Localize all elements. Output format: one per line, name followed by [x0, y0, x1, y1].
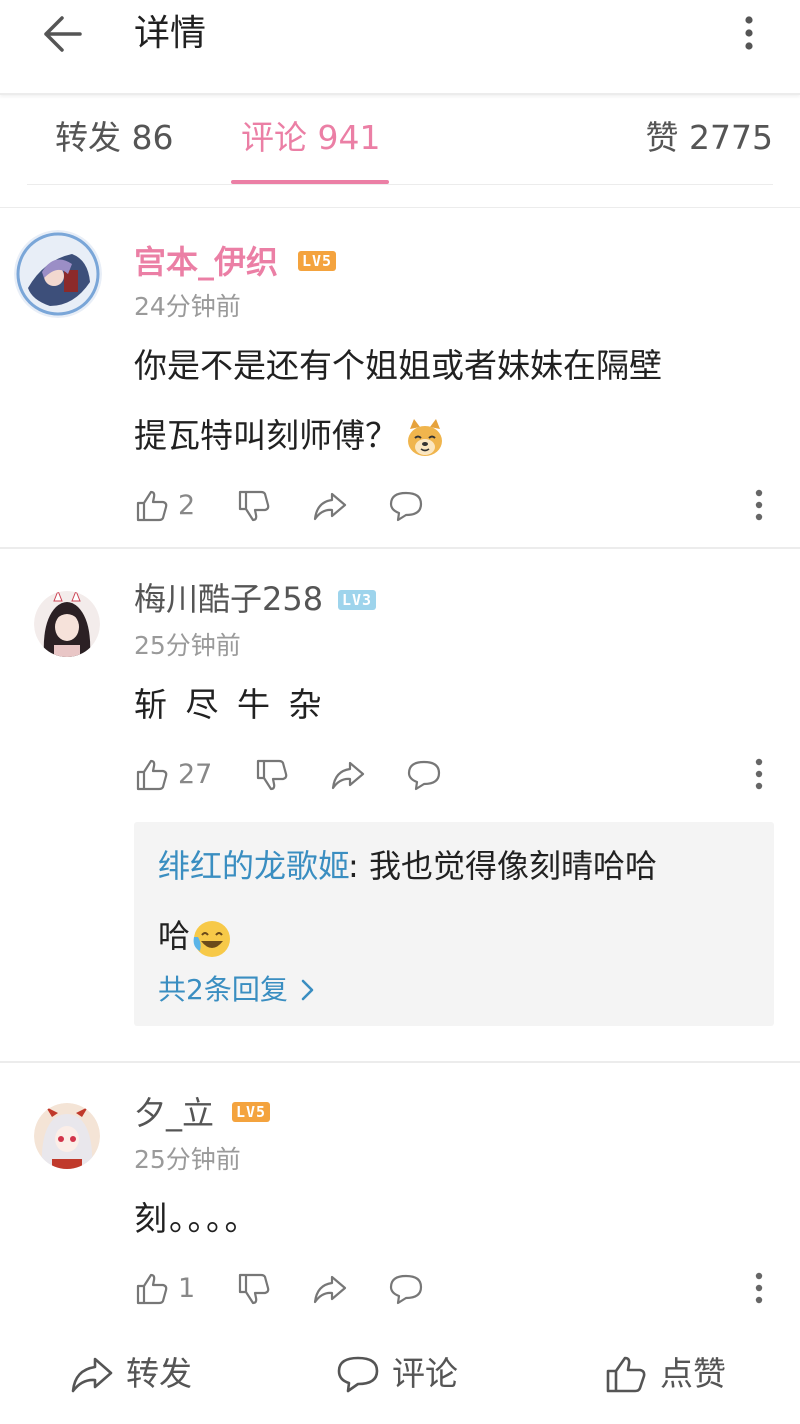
thumbs-down-icon — [256, 759, 288, 791]
comment-actions: 1 — [134, 1269, 774, 1309]
thumbs-up-icon — [136, 490, 168, 522]
dislike-button[interactable] — [254, 755, 290, 795]
tabs-divider — [27, 184, 773, 185]
thumbs-up-icon — [136, 1273, 168, 1305]
avatar[interactable] — [34, 1103, 100, 1169]
comment-time: 24分钟前 — [134, 292, 241, 321]
doge-emoji-icon — [404, 417, 446, 459]
more-options-icon[interactable] — [736, 14, 762, 54]
username[interactable]: 梅川酷子258 — [134, 579, 323, 619]
share-button[interactable] — [330, 755, 366, 795]
bottom-comment-label: 评论 — [392, 1354, 458, 1393]
bottom-comment-button[interactable]: 评论 — [336, 1352, 458, 1396]
reply-text-line2-text: 哈 — [158, 917, 191, 955]
reply-text-line1: : 我也觉得像刻晴哈哈 — [348, 847, 657, 885]
username[interactable]: 夕_立 — [134, 1093, 214, 1133]
comment-item: 夕_立 LV5 25分钟前 刻。。。。 1 — [0, 1063, 800, 1329]
thumbs-up-icon — [136, 759, 168, 791]
active-tab-indicator — [231, 180, 389, 184]
comment-text-line2: 提瓦特叫刻师傅？ — [134, 414, 446, 459]
comment-text-line1: 你是不是还有个姐姐或者妹妹在隔壁 — [134, 346, 662, 385]
like-button[interactable]: 27 — [134, 755, 212, 795]
share-arrow-icon — [313, 1275, 347, 1304]
back-arrow-icon[interactable] — [40, 14, 84, 54]
tab-comment[interactable]: 评论 941 — [241, 116, 380, 160]
share-button[interactable] — [312, 1269, 348, 1309]
username[interactable]: 宫本_伊织 — [134, 242, 278, 282]
share-arrow-icon — [71, 1357, 113, 1393]
thumbs-down-icon — [238, 1273, 270, 1305]
comment-bubble-icon — [389, 1274, 423, 1305]
thumbs-up-icon — [606, 1356, 646, 1393]
comment-item: 宫本_伊织 LV5 24分钟前 你是不是还有个姐姐或者妹妹在隔壁 提瓦特叫刻师傅… — [0, 210, 800, 548]
comment-time: 25分钟前 — [134, 631, 241, 660]
bottom-like-label: 点赞 — [660, 1354, 726, 1393]
bottom-repost-button[interactable]: 转发 — [70, 1352, 192, 1396]
avatar[interactable] — [34, 591, 100, 657]
share-button[interactable] — [312, 486, 348, 526]
share-arrow-icon — [313, 492, 347, 521]
laugh-cry-emoji-icon — [190, 917, 232, 959]
like-count: 2 — [178, 490, 196, 521]
reply-button[interactable] — [388, 486, 424, 526]
app-header: 详情 — [0, 0, 800, 95]
like-button[interactable]: 2 — [134, 486, 195, 526]
reply-text-line2: 哈 — [158, 914, 232, 959]
bottom-action-bar: 转发 评论 点赞 — [0, 1330, 800, 1424]
comment-actions: 27 — [134, 755, 774, 795]
page-title: 详情 — [134, 13, 207, 54]
bottom-repost-label: 转发 — [126, 1354, 192, 1393]
comment-bubble-icon — [389, 491, 423, 522]
comment-item: 梅川酷子258 LV3 25分钟前 斩 尽 牛 杂 27 绯红的龙歌姬 : 我也… — [0, 549, 800, 1061]
thumbs-down-icon — [238, 490, 270, 522]
view-all-replies-link[interactable]: 共2条回复 — [158, 970, 320, 1010]
level-badge: LV5 — [232, 1102, 271, 1122]
avatar[interactable] — [14, 230, 102, 318]
comment-text-line1: 斩 尽 牛 杂 — [134, 685, 326, 724]
view-all-replies-label: 共2条回复 — [158, 973, 288, 1006]
reply-username[interactable]: 绯红的龙歌姬 — [158, 844, 350, 888]
tab-bar: 转发 86 评论 941 赞 2775 — [0, 96, 800, 208]
comment-text-line2-text: 提瓦特叫刻师傅？ — [134, 416, 398, 455]
comment-more-icon[interactable] — [744, 755, 774, 795]
level-badge: LV3 — [338, 590, 377, 610]
reply-button[interactable] — [388, 1269, 424, 1309]
comment-bubble-icon — [407, 760, 441, 791]
comment-more-icon[interactable] — [744, 486, 774, 526]
like-count: 1 — [178, 1273, 196, 1304]
reply-button[interactable] — [406, 755, 442, 795]
chevron-right-icon — [301, 979, 314, 1001]
like-button[interactable]: 1 — [134, 1269, 195, 1309]
tab-repost[interactable]: 转发 86 — [55, 116, 173, 160]
dislike-button[interactable] — [236, 486, 272, 526]
like-count: 27 — [178, 759, 213, 790]
level-badge: LV5 — [298, 251, 337, 271]
comment-actions: 2 — [134, 486, 774, 526]
reply-preview[interactable]: 绯红的龙歌姬 : 我也觉得像刻晴哈哈 哈 共2条回复 — [134, 822, 774, 1026]
comment-time: 25分钟前 — [134, 1145, 241, 1174]
comment-text-line1: 刻。。。。 — [134, 1199, 260, 1238]
dislike-button[interactable] — [236, 1269, 272, 1309]
bottom-like-button[interactable]: 点赞 — [604, 1352, 726, 1396]
comment-bubble-icon — [337, 1356, 379, 1393]
tab-like[interactable]: 赞 2775 — [646, 116, 773, 160]
share-arrow-icon — [331, 761, 365, 790]
comment-more-icon[interactable] — [744, 1269, 774, 1309]
